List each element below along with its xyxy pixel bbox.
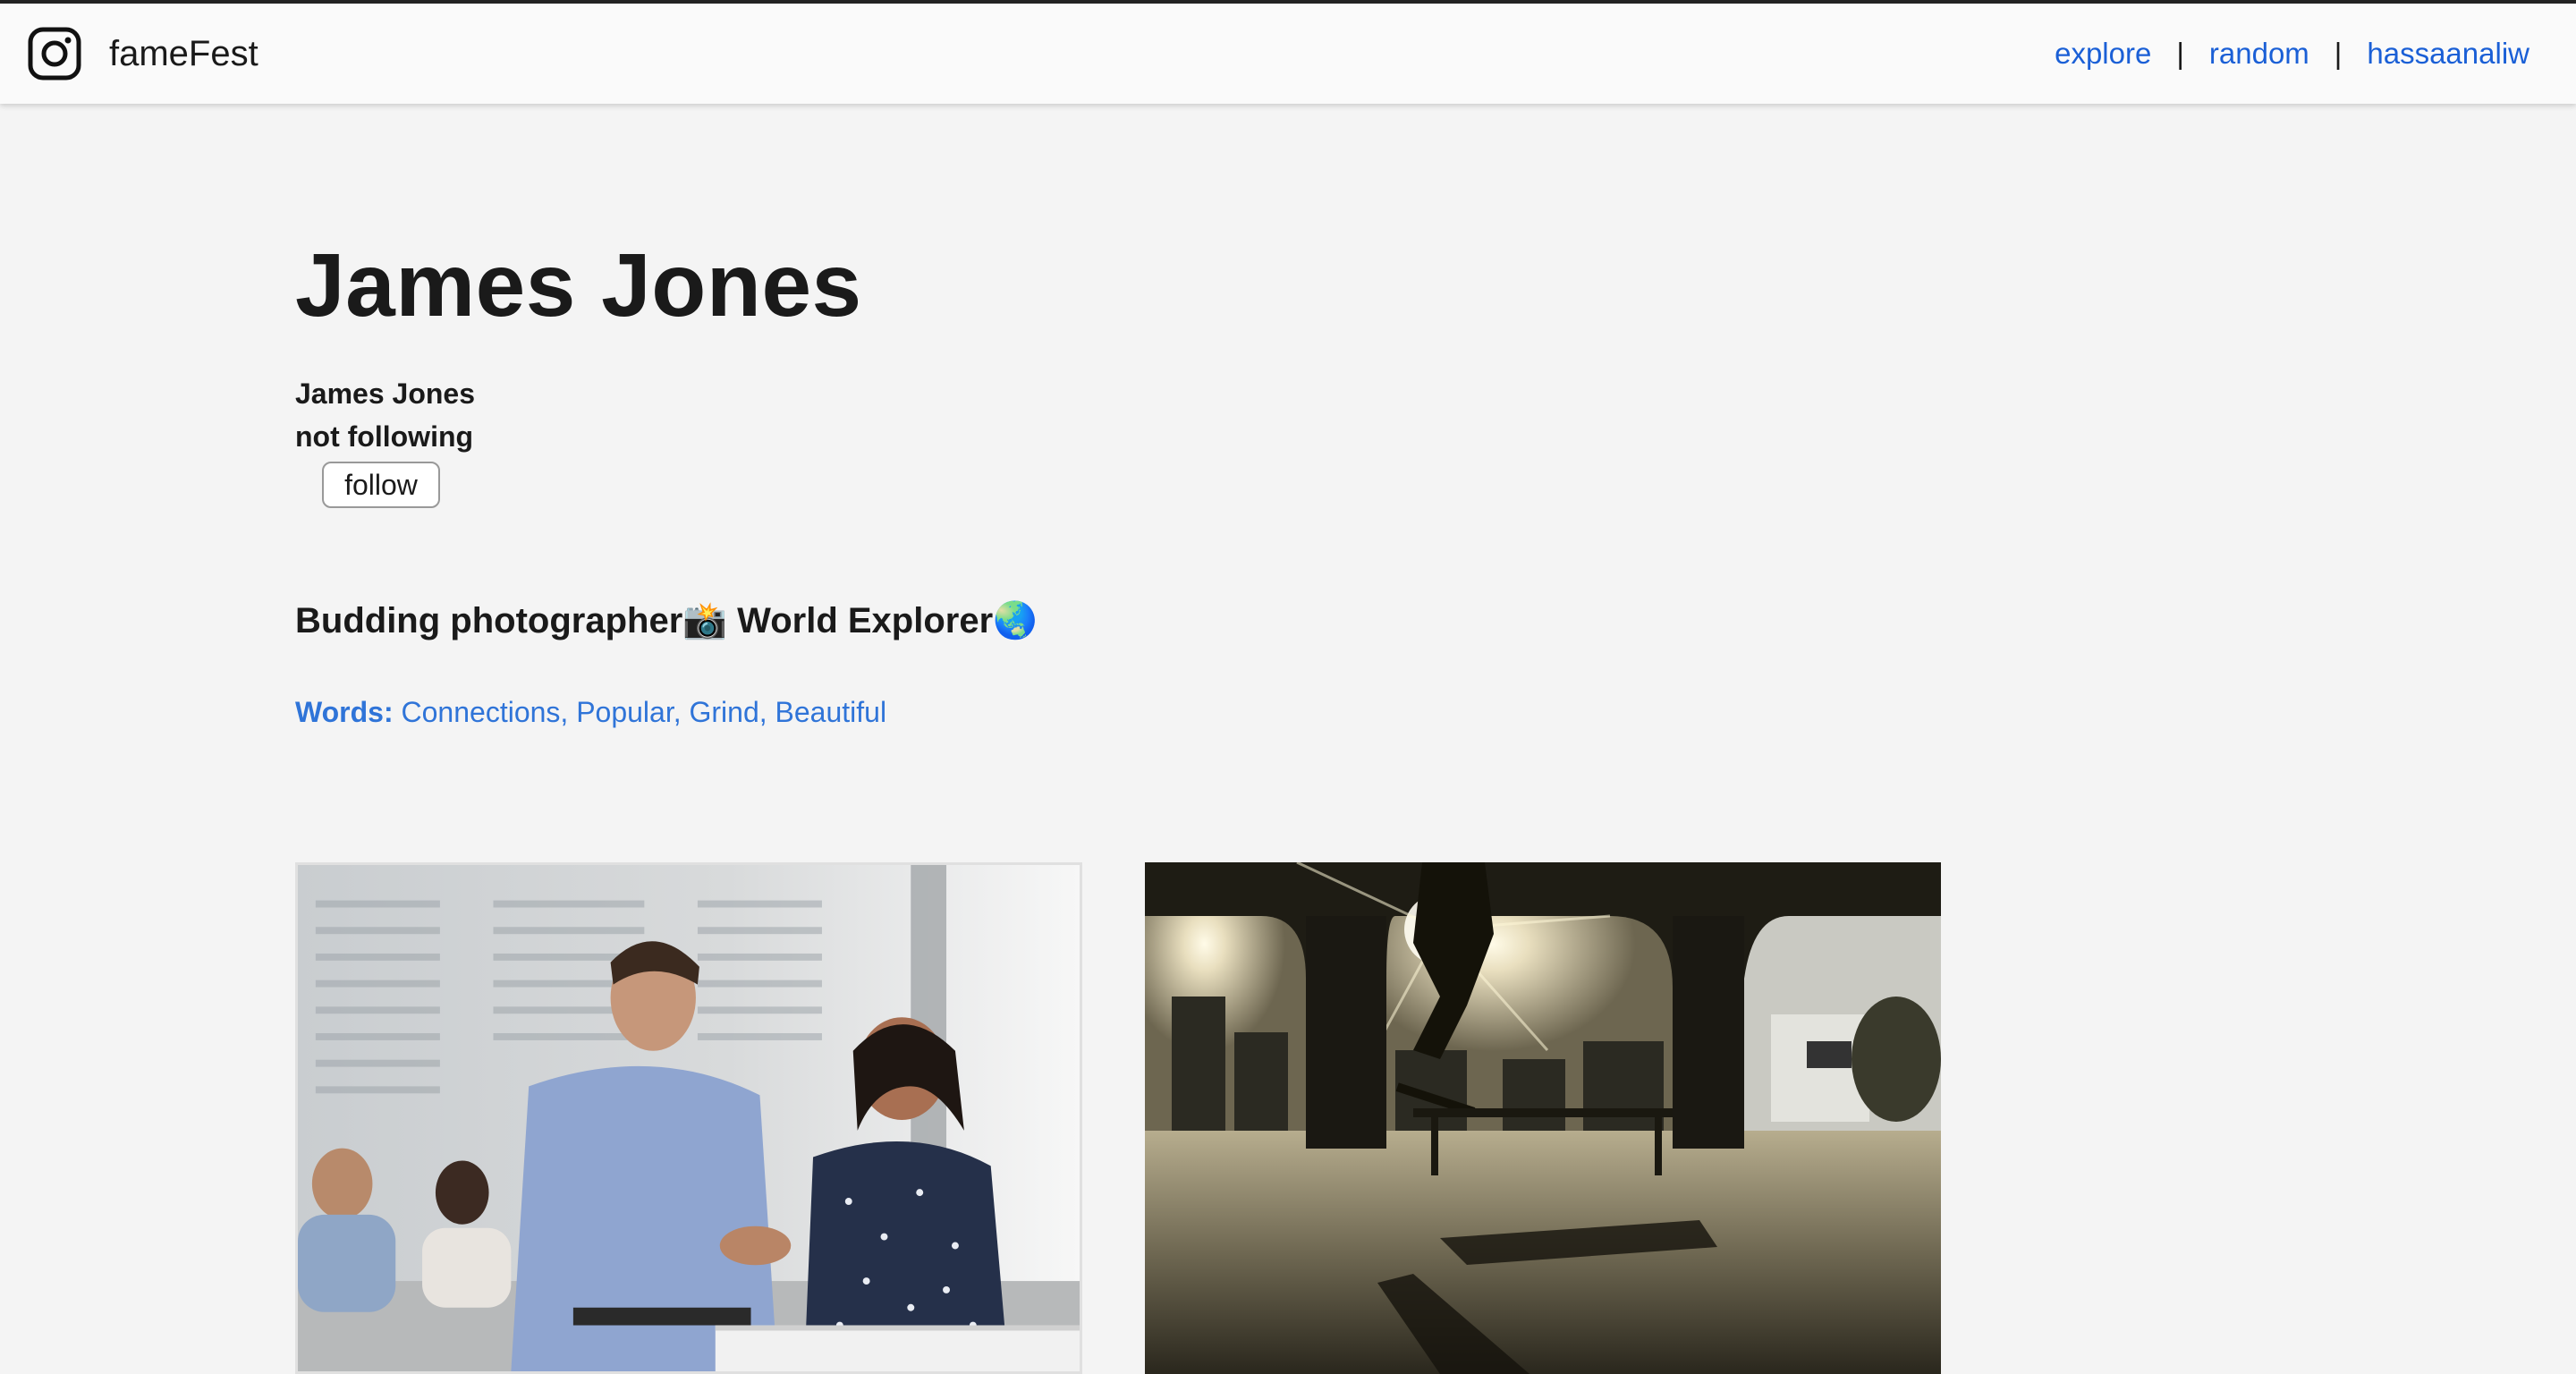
brand[interactable]: fameFest [27,26,258,81]
post-image-skateboarder[interactable] [1145,862,1941,1374]
post-image-office-handshake[interactable] [295,862,1082,1374]
instagram-icon[interactable] [27,26,82,81]
brand-name[interactable]: fameFest [109,34,258,74]
profile-words: Words: Connections, Popular, Grind, Beau… [295,696,886,729]
nav-user-link[interactable]: hassaanaliw [2367,37,2529,71]
nav-explore-link[interactable]: explore [2055,37,2151,71]
nav-random-link[interactable]: random [2209,37,2309,71]
page-title: James Jones [295,235,862,335]
words-list: Connections, Popular, Grind, Beautiful [401,696,887,728]
nav-separator: | [2176,37,2184,70]
profile-name: James Jones [295,377,476,410]
profile-bio: Budding photographer📸 World Explorer🌏 [295,601,1038,640]
nav-separator: | [2334,37,2343,70]
words-label: Words: [295,696,394,728]
follow-status: not following [295,420,474,453]
follow-button[interactable]: follow [322,462,440,508]
top-navbar: fameFest explore | random | hassaanaliw [0,0,2576,104]
nav-links: explore | random | hassaanaliw [2055,4,2529,104]
